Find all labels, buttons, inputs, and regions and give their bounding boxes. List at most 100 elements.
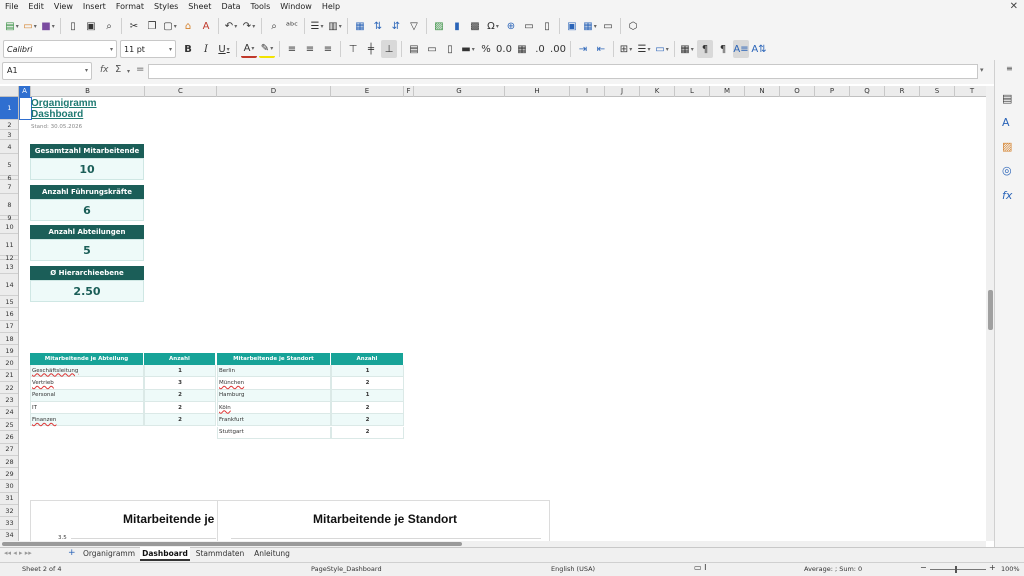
row-header-1[interactable]: 1 bbox=[0, 97, 18, 120]
header-footer-icon[interactable]: ▯ bbox=[539, 17, 555, 35]
row-header-14[interactable]: 14 bbox=[0, 274, 18, 296]
menu-window[interactable]: Window bbox=[275, 0, 317, 14]
column-header-j[interactable]: J bbox=[605, 86, 640, 97]
status-zoom-level[interactable]: 100% bbox=[1001, 565, 1020, 573]
navigator-icon[interactable]: ◎ bbox=[1002, 164, 1012, 177]
print-preview-icon[interactable]: ⌕ bbox=[101, 17, 117, 35]
table-cell-count[interactable]: 1 bbox=[144, 365, 216, 378]
column-header-i[interactable]: I bbox=[570, 86, 605, 97]
paste-icon[interactable]: ▢ bbox=[162, 17, 178, 35]
font-size-box[interactable]: 11 pt ▾ bbox=[120, 40, 176, 58]
split-window-icon[interactable]: ▭ bbox=[600, 17, 616, 35]
special-character-icon[interactable]: Ω bbox=[485, 17, 501, 35]
column-icon[interactable]: ▥ bbox=[327, 17, 343, 35]
clone-formatting-icon[interactable]: ⌂ bbox=[180, 17, 196, 35]
styles-icon[interactable]: A bbox=[1002, 116, 1010, 129]
row-header-27[interactable]: 27 bbox=[0, 444, 18, 456]
row-header-16[interactable]: 16 bbox=[0, 308, 18, 321]
chevron-down-icon[interactable]: ▾ bbox=[85, 63, 88, 79]
row-header-4[interactable]: 4 bbox=[0, 140, 18, 154]
expand-formula-bar-icon[interactable]: ▾ bbox=[980, 66, 984, 74]
align-left-icon[interactable]: ≡ bbox=[284, 40, 300, 58]
chart-area[interactable]: Mitarbeitende je Mitarbeitende je Stando… bbox=[30, 500, 550, 541]
conditional-format-icon[interactable]: ▦ bbox=[679, 40, 695, 58]
chevron-down-icon[interactable]: ▾ bbox=[110, 46, 113, 53]
row-header-26[interactable]: 26 bbox=[0, 431, 18, 444]
table-cell-name[interactable]: Berlin bbox=[217, 365, 331, 378]
chevron-down-icon[interactable]: ▾ bbox=[169, 46, 172, 53]
table-cell-count[interactable]: 1 bbox=[331, 389, 404, 402]
column-header-f[interactable]: F bbox=[404, 86, 414, 97]
border-style-icon[interactable]: ☰ bbox=[636, 40, 652, 58]
italic-icon[interactable]: I bbox=[198, 40, 214, 58]
tab-anleitung[interactable]: Anleitung bbox=[250, 547, 294, 561]
table-cell-count[interactable]: 2 bbox=[144, 389, 216, 402]
tab-scroll-arrows[interactable]: ◂◂ ◂ ▸ ▸▸ bbox=[4, 549, 32, 557]
column-header-d[interactable]: D bbox=[217, 86, 331, 97]
table-cell-count[interactable]: 1 bbox=[331, 365, 404, 378]
cut-icon[interactable]: ✂ bbox=[126, 17, 142, 35]
table-cell-count[interactable]: 2 bbox=[331, 401, 404, 415]
formula-icon[interactable]: = bbox=[136, 64, 144, 75]
redo-icon[interactable]: ↷ bbox=[241, 17, 257, 35]
gallery-icon[interactable]: ▨ bbox=[1002, 140, 1012, 153]
zoom-in-icon[interactable]: + bbox=[989, 563, 996, 572]
zoom-slider[interactable] bbox=[930, 569, 986, 570]
row-header-28[interactable]: 28 bbox=[0, 456, 18, 469]
column-header-l[interactable]: L bbox=[675, 86, 710, 97]
bold-icon[interactable]: B bbox=[180, 40, 196, 58]
text-direction-horizontal-icon[interactable]: A≡ bbox=[733, 40, 749, 58]
undo-icon[interactable]: ↶ bbox=[223, 17, 239, 35]
column-header-r[interactable]: R bbox=[885, 86, 920, 97]
comment-icon[interactable]: ▭ bbox=[521, 17, 537, 35]
table-cell-count[interactable]: 2 bbox=[331, 426, 404, 439]
currency-format-icon[interactable]: ▬ bbox=[460, 40, 476, 58]
menu-help[interactable]: Help bbox=[317, 0, 345, 14]
tab-stammdaten[interactable]: Stammdaten bbox=[194, 547, 246, 561]
column-header-t[interactable]: T bbox=[955, 86, 990, 97]
table-cell-name[interactable]: Hamburg bbox=[217, 389, 331, 402]
table-cell-count[interactable]: 2 bbox=[331, 414, 404, 427]
row-header-31[interactable]: 31 bbox=[0, 493, 18, 506]
column-header-e[interactable]: E bbox=[331, 86, 404, 97]
borders-icon[interactable]: ⊞ bbox=[618, 40, 634, 58]
sort-ascending-icon[interactable]: ⇅ bbox=[370, 17, 386, 35]
row-header-30[interactable]: 30 bbox=[0, 481, 18, 493]
name-box[interactable]: A1 ▾ bbox=[2, 62, 92, 80]
hyperlink-icon[interactable]: ⊕ bbox=[503, 17, 519, 35]
menu-sheet[interactable]: Sheet bbox=[183, 0, 216, 14]
function-wizard-icon[interactable]: fx bbox=[100, 65, 109, 75]
table-cell-name[interactable]: Köln bbox=[217, 401, 331, 415]
wrap-text-icon[interactable]: ▤ bbox=[406, 40, 422, 58]
align-bottom-icon[interactable]: ⊥ bbox=[381, 40, 397, 58]
row-header-20[interactable]: 20 bbox=[0, 358, 18, 370]
chevron-down-icon[interactable]: ▾ bbox=[127, 68, 130, 75]
zoom-slider-handle[interactable] bbox=[955, 566, 957, 573]
clear-formatting-icon[interactable]: A bbox=[198, 17, 214, 35]
column-header-h[interactable]: H bbox=[505, 86, 570, 97]
table-cell-name[interactable]: München bbox=[217, 377, 331, 390]
table-cell-count[interactable]: 2 bbox=[331, 377, 404, 390]
table-cell-name[interactable]: Geschäftsleitung bbox=[30, 365, 144, 378]
row-header-24[interactable]: 24 bbox=[0, 407, 18, 419]
autofilter-icon[interactable]: ▽ bbox=[406, 17, 422, 35]
row-header-22[interactable]: 22 bbox=[0, 382, 18, 395]
menu-format[interactable]: Format bbox=[111, 0, 149, 14]
zoom-out-icon[interactable]: − bbox=[920, 563, 927, 572]
row-header-3[interactable]: 3 bbox=[0, 130, 18, 140]
add-decimal-icon[interactable]: .0 bbox=[532, 40, 548, 58]
menu-data[interactable]: Data bbox=[216, 0, 245, 14]
text-direction-vertical-icon[interactable]: A⇅ bbox=[751, 40, 767, 58]
decrease-indent-icon[interactable]: ⇤ bbox=[593, 40, 609, 58]
sum-icon[interactable]: Σ bbox=[115, 64, 121, 75]
column-header-c[interactable]: C bbox=[145, 86, 217, 97]
menu-tools[interactable]: Tools bbox=[246, 0, 276, 14]
align-right-icon[interactable]: ≡ bbox=[320, 40, 336, 58]
table-cell-name[interactable]: IT bbox=[30, 401, 144, 415]
border-color-icon[interactable]: ▭ bbox=[654, 40, 670, 58]
menu-insert[interactable]: Insert bbox=[78, 0, 111, 14]
add-sheet-icon[interactable]: + bbox=[68, 548, 76, 558]
menu-edit[interactable]: Edit bbox=[23, 0, 49, 14]
row-header-10[interactable]: 10 bbox=[0, 220, 18, 234]
column-header-q[interactable]: Q bbox=[850, 86, 885, 97]
